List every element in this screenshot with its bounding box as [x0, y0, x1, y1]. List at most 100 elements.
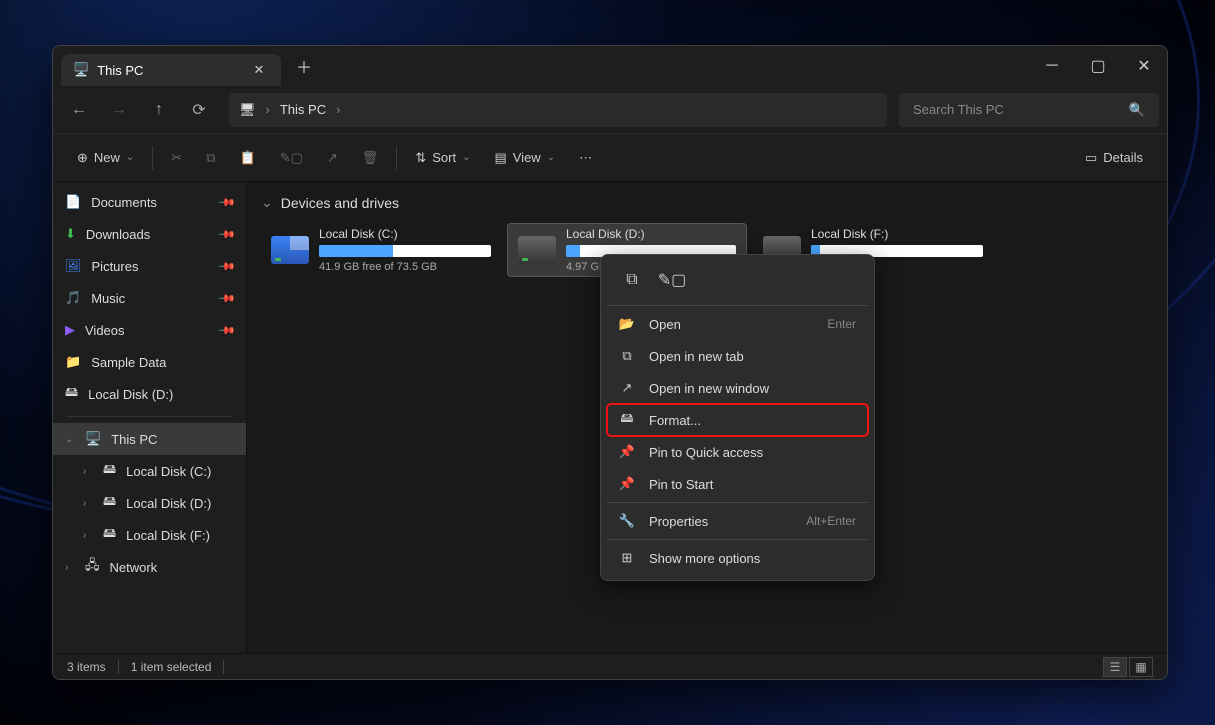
minimize-button[interactable]: ─ — [1029, 46, 1075, 86]
this-pc-icon: 🖥️ — [73, 62, 89, 78]
more-icon: ⊞ — [619, 550, 635, 566]
breadcrumb-chevron-icon: › — [266, 102, 270, 117]
ctx-label: Show more options — [649, 551, 760, 566]
drive-name: Local Disk (F:) — [811, 227, 983, 241]
status-selected: 1 item selected — [131, 660, 212, 674]
sidebar-item-pictures[interactable]: 🖼Pictures📌 — [53, 250, 246, 282]
sidebar-item-this-pc[interactable]: ⌄🖥️This PC — [53, 423, 246, 455]
sidebar-item-sample-data[interactable]: 📁 Sample Data — [53, 346, 246, 378]
drive-icon: 🖴 — [65, 383, 78, 405]
documents-icon: 📄 — [65, 194, 81, 210]
copy-icon: ⧉ — [206, 150, 215, 166]
sidebar-label: Sample Data — [91, 355, 166, 370]
breadcrumb-location[interactable]: This PC — [280, 102, 326, 117]
ctx-shortcut: Alt+Enter — [806, 514, 856, 528]
new-label: New — [94, 150, 120, 165]
videos-icon: ▶ — [65, 322, 75, 338]
ellipsis-icon: ⋯ — [579, 150, 592, 166]
tile-view-button[interactable]: ▦ — [1129, 657, 1153, 677]
paste-icon: 📋 — [240, 150, 256, 166]
sidebar-item-local-disk-d[interactable]: 🖴 Local Disk (D:) — [53, 378, 246, 410]
ctx-pin-start[interactable]: 📌 Pin to Start — [607, 468, 868, 500]
search-box[interactable]: Search This PC 🔍 — [899, 93, 1159, 127]
ctx-open-window[interactable]: ↗Open in new window — [607, 372, 868, 404]
refresh-button[interactable]: ⟳ — [181, 92, 217, 128]
list-view-button[interactable]: ☰ — [1103, 657, 1127, 677]
rename-icon: ✎▢ — [658, 270, 687, 290]
pin-icon: 📌 — [218, 321, 237, 340]
drive-c[interactable]: Local Disk (C:) 41.9 GB free of 73.5 GB — [261, 223, 501, 277]
drive-icon — [271, 236, 309, 264]
more-button[interactable]: ⋯ — [569, 141, 602, 175]
tab-close-button[interactable]: ✕ — [249, 60, 269, 80]
drive-icon: 🖴 — [103, 524, 116, 546]
details-label: Details — [1103, 150, 1143, 165]
rename-icon: ✎▢ — [280, 150, 303, 166]
view-button[interactable]: ▤ View ⌄ — [484, 141, 565, 175]
close-window-button[interactable]: ✕ — [1121, 46, 1167, 86]
sidebar-item-downloads[interactable]: ⬇Downloads📌 — [53, 218, 246, 250]
forward-button: → — [101, 92, 137, 128]
sidebar-item-drive-f[interactable]: ›🖴Local Disk (F:) — [53, 519, 246, 551]
maximize-button[interactable]: ▢ — [1075, 46, 1121, 86]
ctx-format[interactable]: 🖴Format... — [607, 404, 868, 436]
breadcrumb-chevron-icon: › — [336, 102, 340, 117]
pin-icon: 📌 — [218, 193, 237, 212]
music-icon: 🎵 — [65, 290, 81, 306]
sidebar-label: Local Disk (D:) — [88, 387, 173, 402]
ctx-properties[interactable]: 🔧 Properties Alt+Enter — [607, 505, 868, 537]
details-icon: ▭ — [1085, 150, 1097, 166]
sidebar-label: Downloads — [86, 227, 150, 242]
pin-icon: 📌 — [619, 476, 635, 492]
pin-icon: 📌 — [218, 257, 237, 276]
new-button[interactable]: ⊕ New ⌄ — [67, 141, 144, 175]
sidebar-label: Network — [110, 560, 158, 575]
ctx-label: Properties — [649, 514, 708, 529]
folder-open-icon: 📂 — [619, 316, 635, 332]
chevron-down-icon: ⌄ — [261, 194, 273, 211]
sidebar-label: Local Disk (D:) — [126, 496, 211, 511]
tab-title: This PC — [97, 63, 143, 78]
tab-this-pc[interactable]: 🖥️ This PC ✕ — [61, 54, 281, 86]
view-icon: ▤ — [494, 150, 506, 166]
window-icon: ↗ — [619, 380, 635, 396]
ctx-rename-button[interactable]: ✎▢ — [655, 265, 689, 295]
trash-icon: 🗑 — [362, 150, 379, 166]
chevron-right-icon: › — [65, 562, 75, 573]
wrench-icon: 🔧 — [619, 513, 635, 529]
ctx-more-options[interactable]: ⊞ Show more options — [607, 542, 868, 574]
pin-icon: 📌 — [218, 289, 237, 308]
sidebar-item-drive-d[interactable]: › 🖴 Local Disk (D:) — [53, 487, 246, 519]
sidebar-item-drive-c[interactable]: ›🖴Local Disk (C:) — [53, 455, 246, 487]
ctx-pin-quick[interactable]: 📌Pin to Quick access — [607, 436, 868, 468]
new-tab-button[interactable]: ＋ — [289, 51, 319, 81]
sidebar-label: Local Disk (C:) — [126, 464, 211, 479]
sidebar-item-music[interactable]: 🎵Music📌 — [53, 282, 246, 314]
back-button[interactable]: ← — [61, 92, 97, 128]
sort-button[interactable]: ⇅ Sort ⌄ — [405, 141, 480, 175]
chevron-right-icon: › — [83, 530, 93, 541]
folder-icon: 📁 — [65, 354, 81, 370]
sidebar-item-documents[interactable]: 📄Documents📌 — [53, 186, 246, 218]
sidebar-label: This PC — [111, 432, 157, 447]
sidebar: 📄Documents📌 ⬇Downloads📌 🖼Pictures📌 🎵Musi… — [53, 182, 247, 653]
chevron-right-icon: › — [83, 498, 93, 509]
navbar: ← → ↑ ⟳ 🖥 › This PC › Search This PC 🔍 — [53, 86, 1167, 134]
delete-button: 🗑 — [352, 141, 389, 175]
ctx-open[interactable]: 📂OpenEnter — [607, 308, 868, 340]
sidebar-item-videos[interactable]: ▶Videos📌 — [53, 314, 246, 346]
drive-icon: 🖴 — [103, 492, 116, 514]
address-bar[interactable]: 🖥 › This PC › — [229, 93, 887, 127]
up-button[interactable]: ↑ — [141, 92, 177, 128]
section-header[interactable]: ⌄ Devices and drives — [247, 182, 1167, 223]
window-controls: ─ ▢ ✕ — [1029, 46, 1167, 86]
sidebar-label: Pictures — [92, 259, 139, 274]
details-pane-button[interactable]: ▭ Details — [1075, 141, 1153, 175]
ctx-copy-button[interactable]: ⧉ — [615, 265, 649, 295]
sidebar-item-network[interactable]: ›🖧Network — [53, 551, 246, 583]
chevron-down-icon: ⌄ — [547, 152, 555, 163]
tab-icon: ⧉ — [619, 348, 635, 364]
ctx-open-tab[interactable]: ⧉Open in new tab — [607, 340, 868, 372]
ctx-label: Pin to Start — [649, 477, 713, 492]
chevron-down-icon: ⌄ — [462, 152, 470, 163]
